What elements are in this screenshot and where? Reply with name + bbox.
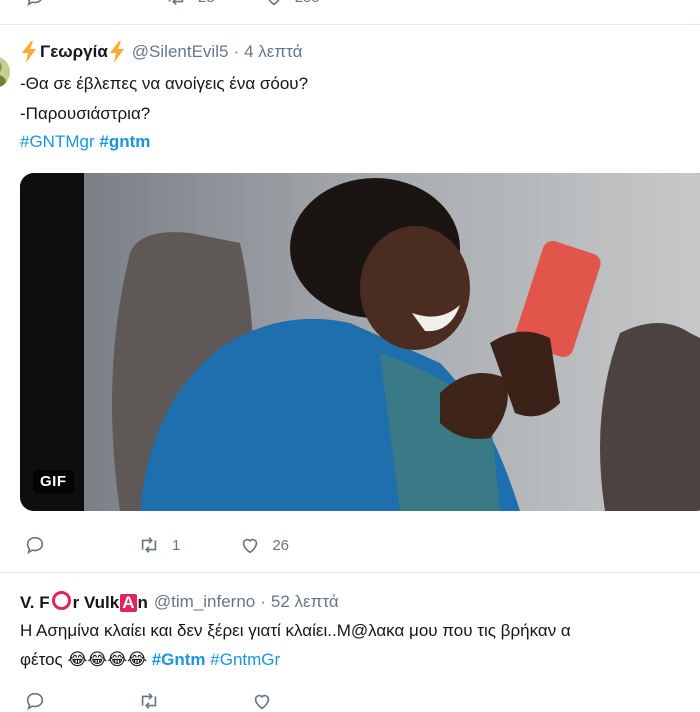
- tweet-text: φέτος: [20, 650, 63, 669]
- tweet-text-line: φέτος 😂😂😂😂 #Gntm #GntmGr: [20, 650, 280, 670]
- reply-icon: [27, 0, 42, 7]
- red-letter-emoji-icon: A: [120, 593, 137, 612]
- laughing-emoji-icon: 😂: [87, 650, 108, 669]
- tweet-text-line: Η Ασημίνα κλαίει και δεν ξέρει γιατί κλα…: [20, 621, 571, 640]
- divider-top: [0, 24, 700, 25]
- display-name-part: V. F: [20, 593, 50, 612]
- avatar[interactable]: [0, 56, 10, 88]
- prev-like-count: 255: [295, 0, 320, 6]
- separator-dot: ·: [233, 42, 240, 61]
- laughing-emoji-icon: 😂: [127, 650, 147, 669]
- timestamp[interactable]: 52 λεπτά: [271, 592, 339, 612]
- hashtag-link[interactable]: #GNTMgr: [20, 132, 95, 151]
- hashtag-link[interactable]: #GntmGr: [210, 650, 280, 669]
- tweet-text-line: -Παρουσιάστρια?: [20, 104, 151, 123]
- retweet-icon: [168, 0, 184, 5]
- tweet-actions: 1 26: [24, 534, 337, 556]
- retweet-icon: [141, 537, 157, 553]
- red-circle-emoji-icon: [51, 591, 71, 610]
- reply-action[interactable]: [24, 534, 56, 556]
- laughing-emoji-icon: 😂: [67, 650, 88, 669]
- tweet-actions: [24, 690, 322, 712]
- tweet-header: V. F r Vulk An @tim_inferno · 52 λεπτά: [20, 591, 339, 613]
- gif-frame: [20, 173, 700, 511]
- laughing-emoji-icon: 😂: [107, 650, 128, 669]
- hashtag-link[interactable]: #Gntm: [152, 650, 206, 669]
- heart-icon: [243, 538, 258, 554]
- like-count: 26: [272, 536, 290, 554]
- reply-action[interactable]: [24, 690, 46, 712]
- display-name-part: n: [137, 593, 148, 612]
- hashtag-line: #GNTMgr #gntm: [20, 132, 150, 152]
- tweet-text-line: -Θα σε έβλεπες να ανοίγεις ένα σόου?: [20, 74, 309, 93]
- prev-tweet-actions: 28 255: [24, 0, 368, 8]
- gif-badge: GIF: [33, 470, 74, 493]
- tweet-header: Γεωργία @SilentEvil5 · 4 λεπτά: [20, 41, 302, 63]
- prev-retweet-count: 28: [198, 0, 215, 6]
- display-name-part: r Vulk: [72, 593, 120, 612]
- like-action[interactable]: [250, 690, 274, 712]
- lightning-icon: [22, 41, 36, 63]
- separator-dot: ·: [260, 592, 266, 611]
- reply-icon: [26, 536, 44, 555]
- display-name[interactable]: Γεωργία: [40, 42, 108, 62]
- heart-icon: [254, 694, 270, 710]
- user-handle[interactable]: @tim_inferno: [154, 592, 255, 612]
- prev-retweet-action[interactable]: 28: [164, 0, 215, 8]
- prev-reply-action[interactable]: [24, 0, 46, 8]
- user-handle[interactable]: @SilentEvil5: [132, 42, 229, 62]
- lightning-icon: [109, 41, 124, 63]
- retweet-count: 1: [172, 536, 181, 554]
- hashtag-link[interactable]: #gntm: [99, 132, 150, 151]
- divider-between-tweets: [0, 572, 700, 573]
- like-action[interactable]: 26: [238, 534, 289, 556]
- timestamp[interactable]: 4 λεπτά: [244, 42, 302, 62]
- display-name[interactable]: V. F r Vulk An: [20, 591, 148, 613]
- prev-like-action[interactable]: 255: [263, 0, 320, 8]
- reply-icon: [26, 692, 44, 711]
- retweet-action[interactable]: 1: [136, 534, 180, 556]
- retweet-action[interactable]: [136, 690, 162, 712]
- gif-media[interactable]: GIF: [20, 173, 700, 511]
- retweet-icon: [141, 693, 157, 709]
- heart-icon: [268, 0, 280, 6]
